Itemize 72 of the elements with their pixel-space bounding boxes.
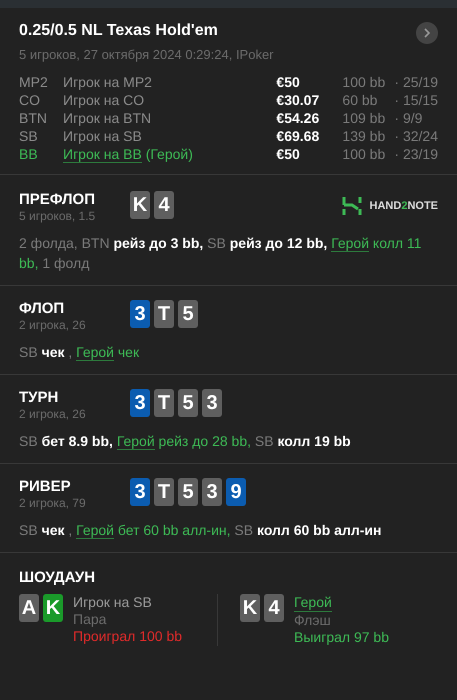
hero-name: Игрок на BB (Герой) bbox=[63, 146, 194, 162]
player-stack: €50 bbox=[276, 146, 301, 162]
street-actions: SB чек , Герой бет 60 bb алл-ин, SB колл 60 bb алл-ин bbox=[19, 521, 382, 540]
player-stack: €30.07 bbox=[276, 92, 320, 108]
hero-link[interactable]: Герой bbox=[331, 235, 370, 252]
player-name: Игрок на SB bbox=[63, 128, 143, 144]
logo-text: HAND2NOTE bbox=[370, 200, 438, 212]
playing-card: K bbox=[130, 191, 150, 219]
player-stack: €50 bbox=[276, 74, 301, 90]
hand-title: 0.25/0.5 NL Texas Hold'em bbox=[19, 22, 218, 40]
playing-card: T bbox=[154, 478, 174, 506]
hand-combination: Флэш bbox=[294, 612, 332, 629]
hand-combination: Пара bbox=[73, 611, 108, 628]
street-title: РИВЕР bbox=[19, 478, 72, 495]
logo-icon bbox=[342, 195, 362, 217]
player-name: Игрок на CO bbox=[63, 92, 146, 108]
player-stats: · 9/9 bbox=[394, 110, 424, 126]
next-button[interactable] bbox=[416, 22, 438, 44]
hand-result: Выиграл 97 bb bbox=[294, 629, 389, 646]
playing-card: 3 bbox=[130, 478, 150, 506]
playing-card: 9 bbox=[226, 478, 246, 506]
hero-link[interactable]: Герой bbox=[76, 522, 114, 539]
playing-card: A bbox=[19, 594, 39, 622]
street-title: ФЛОП bbox=[19, 300, 66, 317]
street-info: 2 игрока, 79 bbox=[19, 496, 87, 510]
playing-card: 3 bbox=[202, 478, 222, 506]
playing-card: T bbox=[154, 300, 174, 328]
playing-card: T bbox=[154, 389, 174, 417]
playing-card: 4 bbox=[264, 594, 284, 622]
hero-link[interactable]: Герой bbox=[76, 344, 114, 361]
player-stack-bb: 60 bb bbox=[342, 92, 378, 108]
player-name: Игрок на BTN bbox=[63, 110, 152, 126]
showdown-title: ШОУДАУН bbox=[19, 569, 96, 586]
street-actions: 2 фолда, BTN рейз до 3 bb, SB рейз до 12 bb, Герой колл 11 bb, 1 фолд bbox=[19, 234, 422, 273]
player-position: CO bbox=[19, 92, 41, 108]
street-info: 5 игроков, 1.5 bbox=[19, 209, 96, 223]
player-name: Игрок на SB bbox=[73, 594, 153, 611]
street-info: 2 игрока, 26 bbox=[19, 407, 87, 421]
street-actions: SB чек , Герой чек bbox=[19, 343, 140, 362]
player-position: BB bbox=[19, 146, 39, 162]
player-stack-bb: 109 bb bbox=[342, 110, 386, 126]
street-title: ТУРН bbox=[19, 389, 60, 406]
player-stack-bb: 100 bb bbox=[342, 74, 386, 90]
hero-link[interactable]: Герой bbox=[116, 433, 155, 450]
street-info: 2 игрока, 26 bbox=[19, 318, 87, 332]
player-stats: · 32/24 bbox=[394, 128, 438, 144]
player-stats: · 15/15 bbox=[394, 92, 438, 108]
player-stack-bb: 139 bb bbox=[342, 128, 386, 144]
hand-subtitle: 5 игроков, 27 октября 2024 0:29:24, IPoker bbox=[19, 47, 275, 62]
street-actions: SB бет 8.9 bb, Герой рейз до 28 bb, SB колл 19 bb bbox=[19, 432, 352, 451]
playing-card: K bbox=[240, 594, 260, 622]
playing-card: 4 bbox=[154, 191, 174, 219]
playing-card: 5 bbox=[178, 389, 198, 417]
player-stack-bb: 100 bb bbox=[342, 146, 386, 162]
playing-card: K bbox=[43, 594, 63, 622]
playing-card: 5 bbox=[178, 478, 198, 506]
playing-card: 3 bbox=[202, 389, 222, 417]
playing-card: 3 bbox=[130, 300, 150, 328]
player-name: Игрок на MP2 bbox=[63, 74, 153, 90]
player-position: SB bbox=[19, 128, 39, 144]
player-stack: €69.68 bbox=[276, 128, 320, 144]
player-stats: · 23/19 bbox=[394, 146, 438, 162]
player-stack: €54.26 bbox=[276, 110, 320, 126]
player-stats: · 25/19 bbox=[394, 74, 438, 90]
player-position: BTN bbox=[19, 110, 48, 126]
player-position: MP2 bbox=[19, 74, 49, 90]
playing-card: 3 bbox=[130, 389, 150, 417]
hand-result: Проиграл 100 bb bbox=[73, 628, 182, 645]
street-title: ПРЕФЛОП bbox=[19, 191, 96, 208]
chevron-right-icon bbox=[423, 28, 431, 38]
hero-link[interactable]: Герой bbox=[294, 594, 332, 612]
playing-card: 5 bbox=[178, 300, 198, 328]
